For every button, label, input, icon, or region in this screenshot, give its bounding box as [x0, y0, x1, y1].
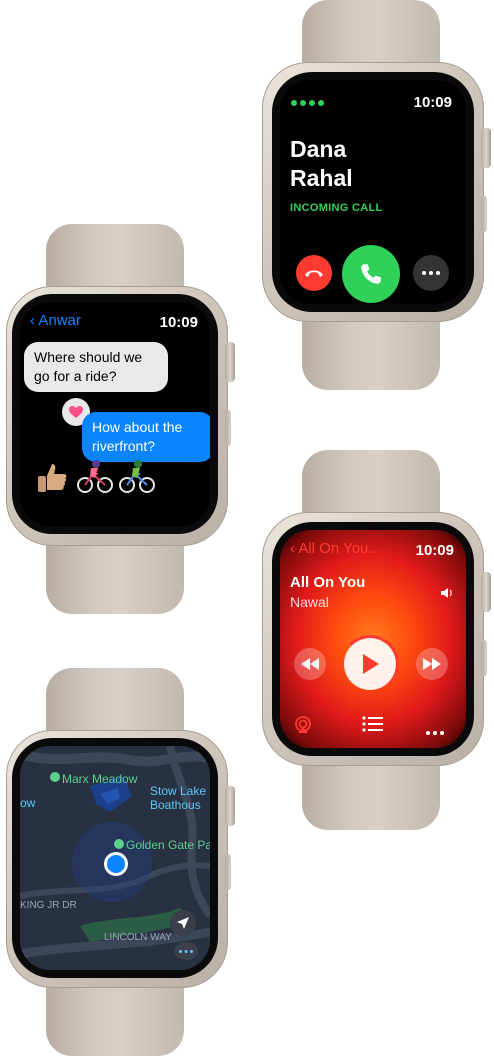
back-label: All On You...	[298, 540, 381, 557]
back-label: Anwar	[38, 312, 81, 329]
back-button[interactable]: ‹ Anwar	[30, 312, 81, 329]
locate-button[interactable]	[170, 910, 196, 936]
status-time: 10:09	[159, 314, 198, 331]
side-button[interactable]	[481, 640, 487, 676]
thumbs-up-icon[interactable]	[34, 460, 70, 496]
airplay-icon	[295, 716, 311, 733]
caller-last-name: Rahal	[290, 165, 353, 191]
place-label[interactable]: Boathous	[150, 798, 201, 812]
ellipsis-icon	[426, 731, 444, 735]
more-button[interactable]	[426, 722, 444, 740]
call-screen: 10:09 Dana Rahal INCOMING CALL	[280, 80, 466, 304]
rewind-button[interactable]	[294, 648, 326, 680]
digital-crown[interactable]	[225, 342, 235, 382]
playback-progress-ring	[341, 635, 399, 693]
incoming-message: Where should we go for a ride?	[24, 342, 168, 392]
chevron-left-icon: ‹	[290, 540, 295, 557]
signal-dots-icon	[291, 100, 324, 106]
ellipsis-icon	[179, 949, 193, 953]
watch-maps: Marx Meadow Stow Lake Boathous ow Golden…	[6, 668, 238, 1056]
messages-screen: ‹ Anwar 10:09 Where should we go for a r…	[20, 302, 210, 526]
more-button[interactable]	[174, 942, 198, 960]
cyclist-icon[interactable]	[118, 458, 156, 494]
tree-icon	[50, 772, 60, 782]
phone-icon	[361, 264, 381, 284]
digital-crown[interactable]	[225, 786, 235, 826]
street-label: KING JR DR	[20, 900, 77, 911]
airplay-button[interactable]	[294, 716, 312, 739]
side-button[interactable]	[225, 410, 231, 446]
artist-name: Nawal	[290, 594, 329, 610]
watch-messages: ‹ Anwar 10:09 Where should we go for a r…	[6, 224, 238, 614]
watch-music: ‹ All On You... 10:09 All On You Nawal	[262, 450, 494, 830]
place-label[interactable]: Marx Meadow	[62, 772, 137, 786]
location-arrow-icon	[177, 917, 189, 929]
watch-incoming-call: 10:09 Dana Rahal INCOMING CALL	[262, 0, 494, 390]
tree-icon	[114, 839, 124, 849]
maps-screen: Marx Meadow Stow Lake Boathous ow Golden…	[20, 746, 210, 970]
digital-crown[interactable]	[481, 128, 491, 168]
decline-button[interactable]	[296, 255, 332, 291]
status-time: 10:09	[413, 94, 452, 111]
fast-forward-icon	[423, 658, 441, 670]
street-label: LINCOLN WAY	[104, 932, 172, 943]
side-button[interactable]	[481, 196, 487, 232]
place-label[interactable]: Stow Lake	[150, 784, 206, 798]
rewind-icon	[301, 658, 319, 670]
accept-button[interactable]	[342, 245, 400, 303]
place-label[interactable]: Golden Gate Park	[126, 838, 210, 852]
current-location-icon[interactable]	[104, 852, 128, 876]
call-status: INCOMING CALL	[290, 202, 383, 214]
more-button[interactable]	[413, 255, 449, 291]
phone-down-icon	[305, 270, 323, 277]
song-title: All On You	[290, 574, 366, 591]
back-button[interactable]: ‹ All On You...	[290, 540, 381, 557]
chevron-left-icon: ‹	[30, 312, 35, 329]
place-label[interactable]: ow	[20, 796, 35, 810]
outgoing-message: How about the riverfront?	[82, 412, 210, 462]
digital-crown[interactable]	[481, 572, 491, 612]
cyclist-icon[interactable]	[76, 458, 114, 494]
ellipsis-icon	[422, 271, 440, 275]
music-screen: ‹ All On You... 10:09 All On You Nawal	[280, 530, 466, 748]
status-time: 10:09	[415, 542, 454, 559]
fast-forward-button[interactable]	[416, 648, 448, 680]
queue-button[interactable]	[362, 716, 384, 737]
side-button[interactable]	[225, 854, 231, 890]
caller-first-name: Dana	[290, 136, 347, 162]
speaker-icon	[440, 586, 454, 604]
heart-icon	[69, 406, 83, 418]
list-icon	[362, 716, 383, 732]
